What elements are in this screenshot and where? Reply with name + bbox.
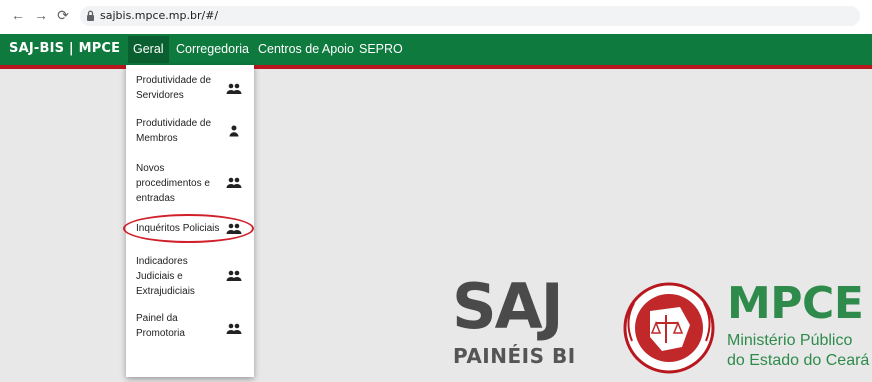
dropdown-item-label-line: procedimentos e <box>136 178 210 189</box>
dropdown-item-label-line: Servidores <box>136 90 184 101</box>
users-icon <box>226 270 242 281</box>
nav-item-geral[interactable]: Geral <box>128 36 169 63</box>
saj-logo-letters: SAJ <box>452 270 564 343</box>
nav-item-centros-de-apoio[interactable]: Centros de Apoio <box>253 36 359 63</box>
mpce-logo-line-1: Ministério Público <box>727 332 853 349</box>
dropdown-item-label-line: entradas <box>136 193 175 204</box>
users-icon <box>226 177 242 188</box>
dropdown-item-label-line: Produtividade de <box>136 118 212 129</box>
dropdown-item-produtividade-membros[interactable]: Produtividade de Membros <box>126 114 254 148</box>
lock-icon <box>87 10 94 21</box>
forward-arrow-icon[interactable]: → <box>33 7 49 23</box>
dropdown-item-produtividade-servidores[interactable]: Produtividade de Servidores <box>126 71 254 105</box>
nav-item-sepro[interactable]: SEPRO <box>354 36 408 63</box>
highlight-annotation-oval <box>123 214 254 243</box>
dropdown-item-indicadores-judiciais[interactable]: Indicadores Judiciais e Extrajudiciais <box>126 252 254 298</box>
address-bar[interactable]: sajbis.mpce.mp.br/#/ <box>80 6 860 26</box>
dropdown-item-label-line: Membros <box>136 133 178 144</box>
dropdown-item-label-line: Indicadores <box>136 256 188 267</box>
user-icon <box>229 125 239 137</box>
reload-icon[interactable]: ⟳ <box>55 7 71 23</box>
mpce-logo-name: MPCE <box>727 278 864 329</box>
dropdown-item-label-line: Promotoria <box>136 328 185 339</box>
brand-title[interactable]: SAJ-BIS | MPCE <box>9 41 120 56</box>
browser-toolbar: ← → ⟳ sajbis.mpce.mp.br/#/ <box>0 0 872 34</box>
url-text: sajbis.mpce.mp.br/#/ <box>100 9 219 22</box>
dropdown-item-label-line: Extrajudiciais <box>136 286 195 297</box>
dropdown-item-painel-promotoria[interactable]: Painel da Promotoria <box>126 309 254 343</box>
mpce-logo-line-2: do Estado do Ceará <box>727 352 870 369</box>
dropdown-item-label-line: Novos <box>136 163 165 174</box>
dropdown-item-label-line: Painel da <box>136 313 178 324</box>
dropdown-item-novos-procedimentos[interactable]: Novos procedimentos e entradas <box>126 159 254 205</box>
mpce-emblem-icon <box>623 282 715 374</box>
nav-item-corregedoria[interactable]: Corregedoria <box>171 36 254 63</box>
saj-logo-subtitle: PAINÉIS BI <box>453 344 576 368</box>
dropdown-item-label-line: Judiciais e <box>136 271 183 282</box>
users-icon <box>226 323 242 334</box>
users-icon <box>226 83 242 94</box>
dropdown-item-label-line: Produtividade de <box>136 75 212 86</box>
back-arrow-icon[interactable]: ← <box>10 7 26 23</box>
